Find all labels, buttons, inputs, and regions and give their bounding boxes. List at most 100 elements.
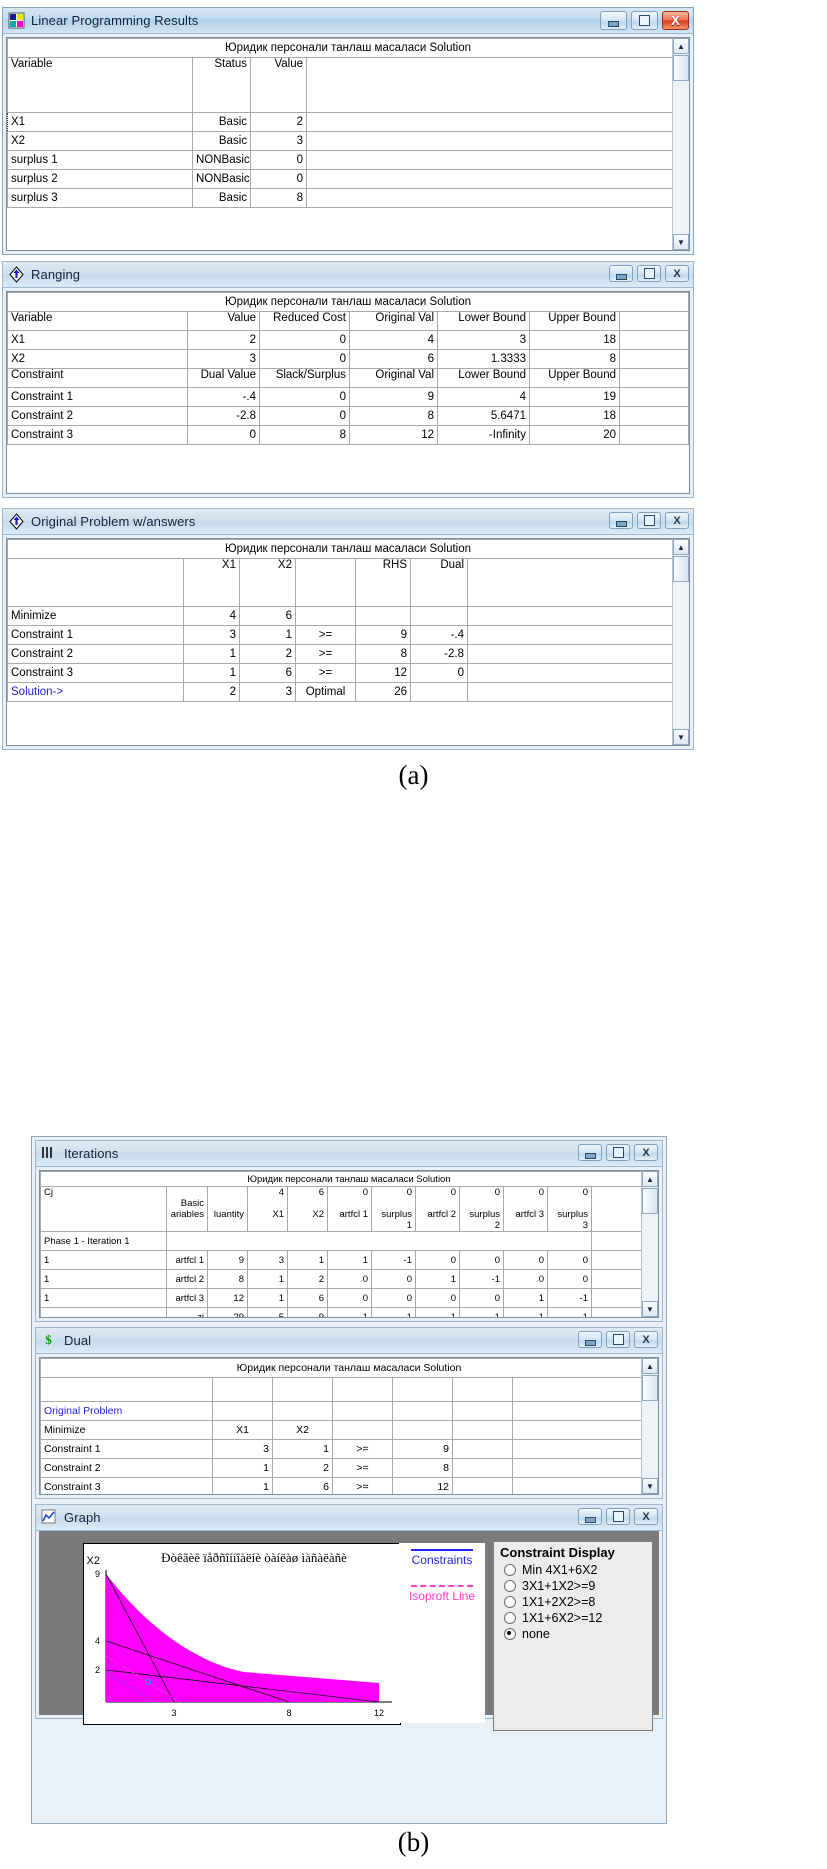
dual-table[interactable]: Юридик персонали танлаш масаласи Solutio…	[40, 1358, 658, 1494]
minimize-button[interactable]	[609, 512, 633, 529]
window-controls[interactable]: X	[578, 1144, 658, 1161]
titlebar-original-problem[interactable]: Original Problem w/answers X	[3, 509, 693, 535]
table-row[interactable]: 1 artfcl 2 8 1 2 0 0 1 -1 0 0	[40, 1269, 658, 1289]
scroll-up-arrow[interactable]: ▲	[642, 1171, 658, 1187]
close-button[interactable]: X	[665, 265, 689, 282]
maximize-button[interactable]	[631, 11, 658, 30]
window-controls[interactable]: X	[609, 265, 689, 282]
table-row[interactable]: surplus 2 NONBasic 0	[7, 169, 689, 189]
table-row[interactable]: Constraint 2 1 2 >= 8	[40, 1458, 658, 1478]
table-row[interactable]: Constraint 1 -.4 0 9 4 19	[7, 387, 689, 407]
radio-icon-selected[interactable]	[504, 1628, 516, 1640]
table-row[interactable]: Constraint 1 3 1 >= 9	[40, 1439, 658, 1459]
table-row[interactable]: X1 Basic 2	[7, 112, 689, 132]
scrollbar-thumb[interactable]	[642, 1188, 658, 1214]
maximize-button[interactable]	[606, 1144, 630, 1161]
graph-plot-area[interactable]: Ðòêãèê ïåðñîííîàëíè òàíëàø ìàñàëàñè 9 4 …	[83, 1543, 401, 1725]
scrollbar-thumb[interactable]	[642, 1375, 658, 1401]
minimize-button[interactable]	[578, 1331, 602, 1348]
window-original-problem[interactable]: Original Problem w/answers X Юридик перс…	[2, 508, 694, 750]
ranging-table[interactable]: Юридик персонали танлаш масаласи Solutio…	[7, 292, 689, 445]
table-row[interactable]: surplus 1 NONBasic 0	[7, 150, 689, 170]
maximize-button[interactable]	[606, 1508, 630, 1525]
window-ranging[interactable]: Ranging X Юридик персонали танлаш масала…	[2, 261, 694, 498]
minimize-button[interactable]	[578, 1144, 602, 1161]
window-linear-programming-results[interactable]: Linear Programming Results X Юридик перс…	[2, 7, 694, 255]
results-grid[interactable]: Юридик персонали танлаш масаласи Solutio…	[6, 37, 690, 251]
scroll-down-arrow[interactable]: ▼	[642, 1478, 658, 1494]
table-row[interactable]: Constraint 2 -2.8 0 8 5.6471 18	[7, 406, 689, 426]
scroll-down-arrow[interactable]: ▼	[673, 729, 689, 745]
window-controls[interactable]: X	[578, 1331, 658, 1348]
table-row[interactable]: Minimize X1 X2	[40, 1420, 658, 1440]
radio-option-c3[interactable]: 1X1+6X2>=12	[494, 1610, 652, 1626]
minimize-button[interactable]	[578, 1508, 602, 1525]
table-row[interactable]: Constraint 3 1 6 >= 12	[40, 1477, 658, 1494]
maximize-button[interactable]	[606, 1331, 630, 1348]
table-row[interactable]: surplus 3 Basic 8	[7, 188, 689, 208]
radio-option-c2[interactable]: 1X1+2X2>=8	[494, 1594, 652, 1610]
close-button[interactable]: X	[634, 1144, 658, 1161]
close-button[interactable]: X	[662, 11, 689, 30]
titlebar-iterations[interactable]: Iterations X	[36, 1141, 662, 1167]
scroll-up-arrow[interactable]: ▲	[673, 539, 689, 555]
table-row[interactable]: X1 2 0 4 3 18	[7, 330, 689, 350]
scrollbar-thumb[interactable]	[673, 556, 689, 582]
maximize-button[interactable]	[637, 265, 661, 282]
radio-icon[interactable]	[504, 1612, 516, 1624]
window-graph[interactable]: Graph X Ðòêãèê ïåðñîííîàëíè òàíëàø ìàñàë…	[35, 1504, 663, 1731]
table-row[interactable]: Constraint 1 3 1 >= 9 -.4	[7, 625, 689, 645]
ranging-grid[interactable]: Юридик персонали танлаш масаласи Solutio…	[6, 291, 690, 494]
iterations-table[interactable]: Юридик персонали танлаш масаласи Solutio…	[40, 1171, 658, 1317]
table-row[interactable]: 1 artfcl 3 12 1 6 0 0 0 0 1 -1	[40, 1288, 658, 1308]
titlebar-ranging[interactable]: Ranging X	[3, 262, 693, 288]
window-controls[interactable]: X	[609, 512, 689, 529]
vertical-scrollbar[interactable]: ▲ ▼	[672, 38, 689, 250]
table-row[interactable]: Constraint 2 1 2 >= 8 -2.8	[7, 644, 689, 664]
original-problem-grid[interactable]: Юридик персонали танлаш масаласи Solutio…	[6, 538, 690, 746]
window-controls[interactable]: X	[600, 11, 689, 30]
table-row[interactable]: Constraint 3 0 8 12 -Infinity 20	[7, 425, 689, 445]
table-row[interactable]: X2 3 0 6 1.3333 8	[7, 349, 689, 369]
radio-icon[interactable]	[504, 1564, 516, 1576]
titlebar-graph[interactable]: Graph X	[36, 1505, 662, 1531]
scroll-up-arrow[interactable]: ▲	[673, 38, 689, 54]
close-button[interactable]: X	[665, 512, 689, 529]
cell-lower-bound: 3	[437, 330, 530, 350]
radio-option-min[interactable]: Min 4X1+6X2	[494, 1562, 652, 1578]
close-button[interactable]: X	[634, 1508, 658, 1525]
cell-sign: >=	[295, 663, 356, 683]
vertical-scrollbar[interactable]: ▲ ▼	[672, 539, 689, 745]
radio-option-c1[interactable]: 3X1+1X2>=9	[494, 1578, 652, 1594]
close-button[interactable]: X	[634, 1331, 658, 1348]
results-table[interactable]: Юридик персонали танлаш масаласи Solutio…	[7, 38, 689, 208]
table-row[interactable]: Constraint 3 1 6 >= 12 0	[7, 663, 689, 683]
table-row[interactable]: X2 Basic 3	[7, 131, 689, 151]
minimize-button[interactable]	[609, 265, 633, 282]
window-controls[interactable]: X	[578, 1508, 658, 1525]
window-iterations[interactable]: Iterations X Юридик персонали танлаш мас…	[35, 1140, 663, 1322]
scrollbar-thumb[interactable]	[673, 55, 689, 81]
original-problem-table[interactable]: Юридик персонали танлаш масаласи Solutio…	[7, 539, 689, 702]
minimize-button[interactable]	[600, 11, 627, 30]
table-row-solution[interactable]: Solution-> 2 3 Optimal 26	[7, 682, 689, 702]
table-row-zj[interactable]: zj 29 -5 -9 1 1 1 1 1 1	[40, 1307, 658, 1317]
radio-icon[interactable]	[504, 1596, 516, 1608]
radio-icon[interactable]	[504, 1580, 516, 1592]
vertical-scrollbar[interactable]: ▲ ▼	[641, 1171, 658, 1317]
table-row[interactable]: Minimize 4 6	[7, 606, 689, 626]
scroll-down-arrow[interactable]: ▼	[642, 1301, 658, 1317]
constraint-display-panel[interactable]: Constraint Display Min 4X1+6X2 3X1+1X2>=…	[493, 1541, 653, 1731]
window-dual[interactable]: $ Dual X Юридик персонали танлаш масалас…	[35, 1327, 663, 1499]
titlebar-dual[interactable]: $ Dual X	[36, 1328, 662, 1354]
vertical-scrollbar[interactable]: ▲ ▼	[641, 1358, 658, 1494]
maximize-button[interactable]	[637, 512, 661, 529]
titlebar-results[interactable]: Linear Programming Results X	[3, 8, 693, 34]
scroll-up-arrow[interactable]: ▲	[642, 1358, 658, 1374]
scroll-down-arrow[interactable]: ▼	[673, 234, 689, 250]
radio-option-none[interactable]: none	[494, 1626, 652, 1642]
iterations-grid[interactable]: Юридик персонали танлаш масаласи Solutio…	[39, 1170, 659, 1318]
table-row[interactable]: 1 artfcl 1 9 3 1 1 -1 0 0 0 0	[40, 1250, 658, 1270]
dual-grid[interactable]: Юридик персонали танлаш масаласи Solutio…	[39, 1357, 659, 1495]
cell-row-label: Constraint 2	[7, 644, 184, 664]
